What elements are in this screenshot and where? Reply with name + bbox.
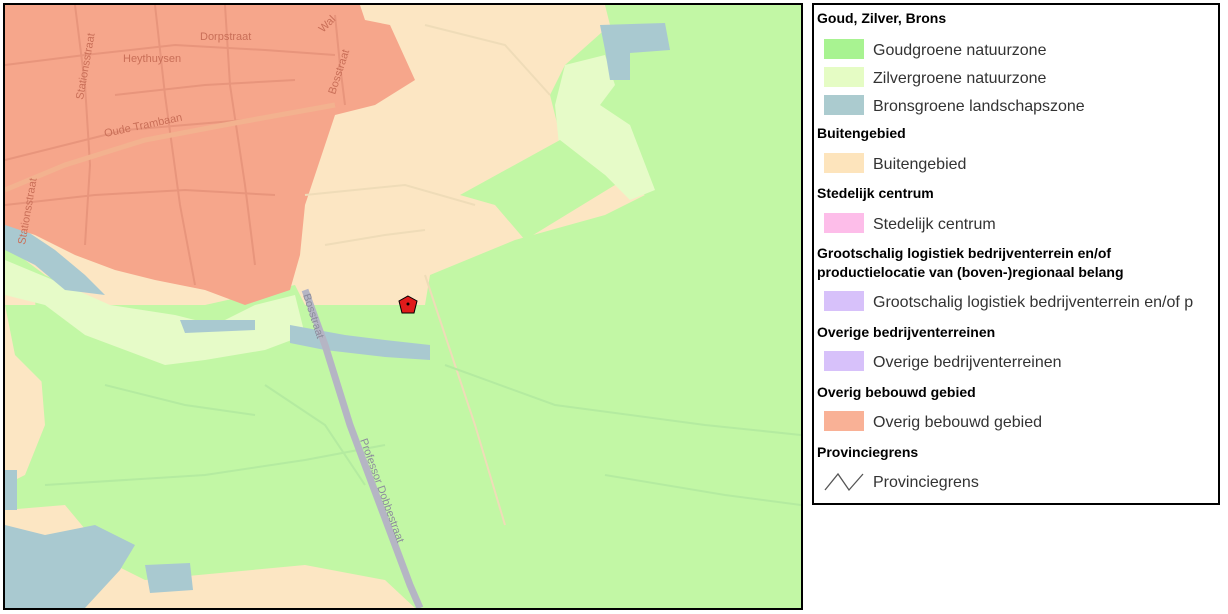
legend-header-overig-bebouwd-gebied: Overig bebouwd gebied: [817, 384, 976, 400]
legend-header-goud-zilver-brons: Goud, Zilver, Brons: [817, 10, 947, 26]
legend-swatch-overig-bebouwd-gebied: [824, 411, 864, 431]
legend-label-provinciegrens: Provinciegrens: [873, 474, 979, 491]
map-canvas[interactable]: Heythuysen Dorpstraat Wal Stationsstraat…: [5, 5, 801, 608]
legend-label-stedelijk-centrum: Stedelijk centrum: [873, 216, 996, 233]
legend-label-zilvergroen: Zilvergroene natuurzone: [873, 70, 1047, 87]
legend-swatch-stedelijk-centrum: [824, 213, 864, 233]
legend-label-bronsgroen: Bronsgroene landschapszone: [873, 98, 1085, 115]
street-label-dorpstraat: Dorpstraat: [200, 31, 251, 43]
legend-header-grootschalig-logistiek-1: Grootschalig logistiek bedrijventerrein …: [817, 245, 1112, 261]
legend-header-grootschalig-logistiek-2: productielocatie van (boven-)regionaal b…: [817, 264, 1124, 280]
legend-label-overige-bedrijventerreinen: Overige bedrijventerreinen: [873, 354, 1062, 371]
legend-label-buitengebied: Buitengebied: [873, 156, 967, 173]
bronsgroene-area: [5, 470, 17, 510]
legend-label-goudgroen: Goudgroene natuurzone: [873, 42, 1047, 59]
place-label-heythuysen: Heythuysen: [123, 53, 181, 65]
boundary-line-icon: [824, 472, 864, 492]
legend-label-grootschalig-logistiek: Grootschalig logistiek bedrijventerrein …: [873, 294, 1194, 311]
legend-header-overige-bedrijventerreinen: Overige bedrijventerreinen: [817, 324, 996, 340]
legend-swatch-goudgroen: [824, 39, 864, 59]
legend-header-provinciegrens: Provinciegrens: [817, 444, 919, 460]
map-view[interactable]: Heythuysen Dorpstraat Wal Stationsstraat…: [3, 3, 803, 610]
legend-swatch-grootschalig-logistiek: [824, 291, 864, 311]
legend-swatch-buitengebied: [824, 153, 864, 173]
legend-panel: Goud, Zilver, Brons Goudgroene natuurzon…: [812, 3, 1220, 505]
legend-swatch-zilvergroen: [824, 67, 864, 87]
legend-swatch-bronsgroen: [824, 95, 864, 115]
legend-header-buitengebied: Buitengebied: [817, 125, 906, 141]
legend-label-overig-bebouwd-gebied: Overig bebouwd gebied: [873, 414, 1043, 431]
legend-swatch-overige-bedrijventerreinen: [824, 351, 864, 371]
legend-header-stedelijk-centrum: Stedelijk centrum: [817, 185, 934, 201]
bronsgroene-area: [145, 563, 193, 593]
